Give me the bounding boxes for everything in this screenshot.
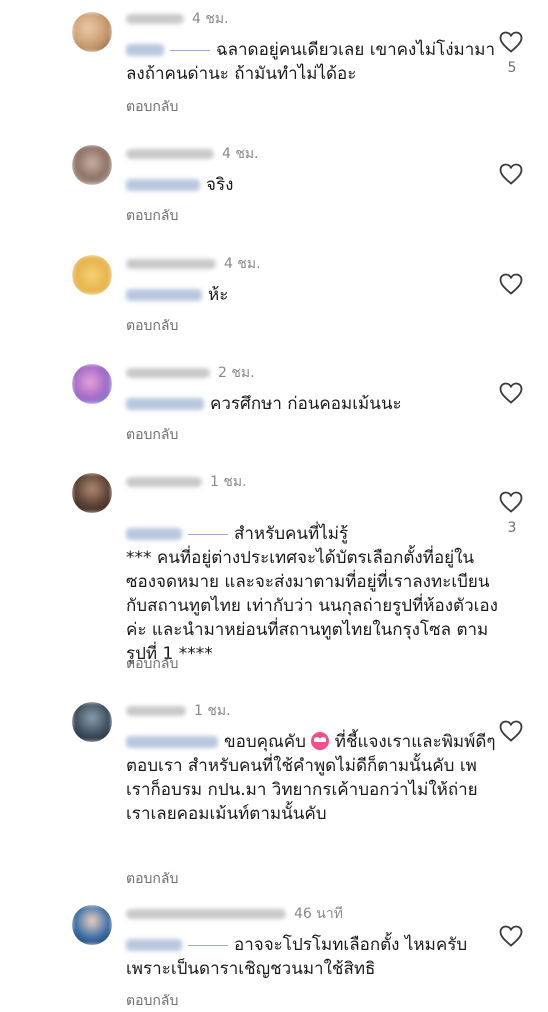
comment-time: 4 ชม. [222, 146, 259, 162]
reply-button[interactable]: ตอบกลับ [126, 96, 178, 118]
reply-button[interactable]: ตอบกลับ [126, 653, 178, 675]
comment-meta: 1 ชม. [126, 471, 247, 493]
avatar[interactable] [72, 255, 112, 295]
username[interactable] [126, 149, 214, 159]
reply-button[interactable]: ตอบกลับ [126, 424, 178, 446]
heart-icon[interactable] [499, 925, 523, 947]
comment-meta: 4 ชม. [126, 253, 261, 275]
comment-text: ห้ะ [126, 283, 501, 307]
comment-meta: 4 ชม. [126, 8, 229, 30]
mention-underline [188, 533, 228, 535]
comment-time: 46 นาที [294, 906, 343, 922]
avatar[interactable] [72, 364, 112, 404]
comment-meta: 4 ชม. [126, 143, 259, 165]
comment-meta: 1 ชม. [126, 700, 231, 722]
reply-button[interactable]: ตอบกลับ [126, 205, 178, 227]
mention[interactable] [126, 179, 200, 191]
comment-text: ควรศึกษา ก่อนคอมเม้นนะ [126, 392, 501, 416]
mention[interactable] [126, 289, 202, 301]
comment-time: 2 ชม. [218, 365, 255, 381]
like-count: 5 [507, 60, 517, 76]
comment-meta: 46 นาที [126, 903, 343, 925]
comment-body: จริง [206, 175, 234, 195]
comment-meta: 2 ชม. [126, 362, 255, 384]
heart-icon[interactable] [499, 273, 523, 295]
like-count: 3 [507, 520, 517, 536]
reply-button[interactable]: ตอบกลับ [126, 990, 178, 1012]
mention[interactable] [126, 939, 182, 951]
heart-icon[interactable] [499, 382, 523, 404]
username[interactable] [126, 14, 184, 24]
mention-underline [188, 944, 228, 946]
comment-time: 1 ชม. [194, 703, 231, 719]
comment-body: ห้ะ [208, 285, 229, 305]
avatar[interactable] [72, 905, 112, 945]
avatar[interactable] [72, 12, 112, 52]
comment-time: 4 ชม. [192, 11, 229, 27]
avatar[interactable] [72, 145, 112, 185]
comment-text: ฉลาดอยู่คนเดียวเลย เขาคงไม่โง่มามาลงถ้าค… [126, 38, 501, 86]
comment-text: อาจจะโปรโมทเลือกตั้ง ไหมครับ เพราะเป็นดา… [126, 933, 501, 981]
comment-body: ควรศึกษา ก่อนคอมเม้นนะ [210, 394, 402, 414]
mention[interactable] [126, 398, 204, 410]
heart-icon[interactable] [499, 163, 523, 185]
comment-text: ขอบคุณคับ ที่ชี้แจงเราและพิมพ์ดีๆตอบเรา … [126, 730, 501, 826]
username[interactable] [126, 706, 186, 716]
comment-body-start: ขอบคุณคับ [224, 732, 306, 752]
mention-underline [170, 49, 210, 51]
username[interactable] [126, 909, 286, 919]
reply-button[interactable]: ตอบกลับ [126, 315, 178, 337]
heart-icon[interactable] [499, 491, 523, 513]
comment-text: สำหรับคนที่ไม่รู้ *** คนที่อยู่ต่างประเท… [126, 498, 501, 666]
username[interactable] [126, 477, 202, 487]
reply-button[interactable]: ตอบกลับ [126, 868, 178, 890]
comment-text: จริง [126, 173, 501, 197]
heart-eyes-emoji-icon [311, 732, 330, 750]
comment-time: 4 ชม. [224, 256, 261, 272]
heart-icon[interactable] [499, 720, 523, 742]
mention[interactable] [126, 736, 218, 748]
comment-body: ฉลาดอยู่คนเดียวเลย เขาคงไม่โง่มามาลงถ้าค… [126, 40, 496, 84]
mention[interactable] [126, 528, 182, 540]
avatar[interactable] [72, 473, 112, 513]
heart-icon[interactable] [499, 31, 523, 53]
avatar[interactable] [72, 702, 112, 742]
comment-body: สำหรับคนที่ไม่รู้ *** คนที่อยู่ต่างประเท… [126, 524, 498, 664]
mention[interactable] [126, 44, 164, 56]
username[interactable] [126, 368, 210, 378]
comment-time: 1 ชม. [210, 474, 247, 490]
username[interactable] [126, 259, 216, 269]
